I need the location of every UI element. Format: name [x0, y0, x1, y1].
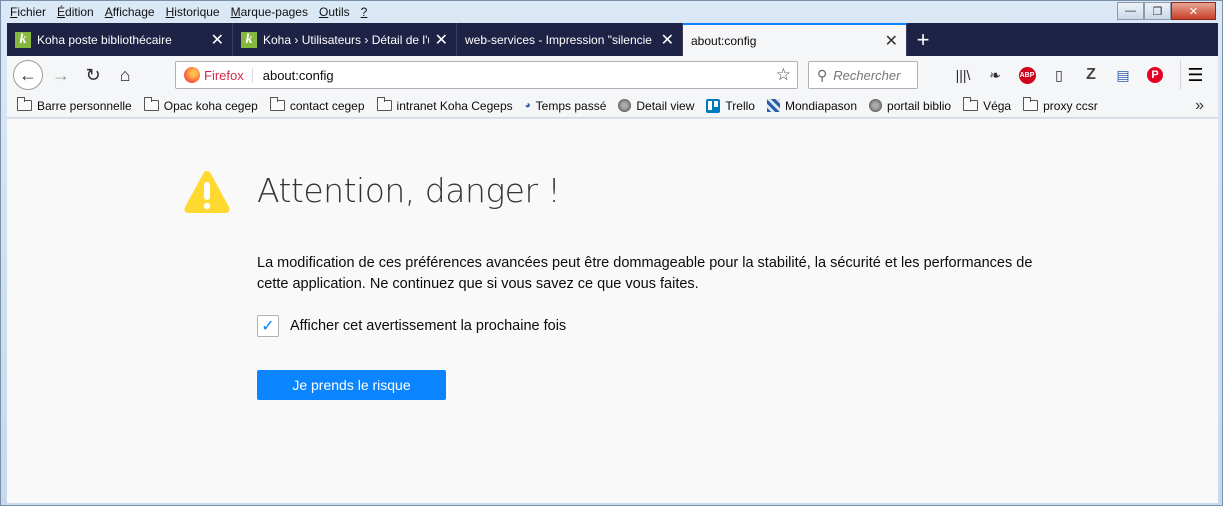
globe-icon [618, 99, 632, 112]
bookmarks-toolbar: Barre personnelle Opac koha cegep contac… [7, 94, 1218, 118]
minimize-button[interactable]: — [1117, 2, 1144, 20]
search-icon: ⚲ [817, 66, 828, 83]
maximize-button[interactable]: ❐ [1144, 2, 1171, 20]
show-warning-checkbox-row[interactable]: ✓ Afficher cet avertissement la prochain… [257, 315, 566, 337]
menu-aide[interactable]: ? [356, 5, 374, 19]
page-title: Attention, danger ! [257, 171, 561, 210]
bookmark-intranet-koha[interactable]: intranet Koha Cegeps [376, 97, 513, 113]
tab-web-services[interactable]: web-services - Impression "silencie ✕ [457, 23, 683, 56]
url-bar[interactable]: Firefox about:config ☆ [175, 61, 798, 89]
url-input[interactable]: about:config [263, 68, 776, 83]
bookmark-barre-personnelle[interactable]: Barre personnelle [17, 97, 132, 113]
browser-window: Fichier Édition Affichage Historique Mar… [0, 0, 1223, 506]
folder-icon [143, 97, 159, 111]
folder-icon [17, 97, 32, 111]
sidebar-icon[interactable]: ▯ [1043, 60, 1075, 90]
forward-button[interactable]: → [45, 59, 77, 91]
adblock-plus-button[interactable]: ABP [1011, 60, 1043, 90]
reload-button[interactable]: ↻ [77, 59, 109, 91]
bookmark-portail-biblio[interactable]: portail biblio [869, 99, 951, 113]
trello-icon [706, 98, 721, 113]
library-icon[interactable]: |||\ [947, 60, 979, 90]
tab-close-icon[interactable]: ✕ [211, 30, 224, 50]
menu-affichage[interactable]: Affichage [100, 5, 161, 19]
folder-icon [1023, 97, 1039, 111]
tab-strip: k Koha poste bibliothécaire ✕ k Koha › U… [7, 23, 1218, 56]
show-warning-label[interactable]: Afficher cet avertissement la prochaine … [290, 318, 566, 334]
toolbar-extensions: |||\ ❧ ABP ▯ Z ▤ P [947, 60, 1171, 90]
mondiapason-icon [766, 99, 780, 112]
bookmark-temps-passe[interactable]: ◕ Temps passé [525, 99, 607, 113]
koha-favicon-icon: k [241, 31, 257, 48]
menu-bar: Fichier Édition Affichage Historique Mar… [5, 3, 373, 21]
checkmark-icon: ✓ [261, 318, 275, 335]
bookmark-vega[interactable]: Véga [963, 97, 1011, 113]
bookmark-contact-cegep[interactable]: contact cegep [269, 97, 365, 113]
folder-icon [376, 97, 392, 111]
close-window-button[interactable]: ✕ [1171, 2, 1216, 20]
page-content: Attention, danger ! La modification de c… [7, 119, 1218, 503]
bookmark-opac-koha[interactable]: Opac koha cegep [143, 97, 258, 113]
folder-icon [269, 97, 285, 111]
menu-marque-pages[interactable]: Marque-pages [226, 5, 314, 19]
temps-passe-icon: ◕ [524, 100, 531, 111]
accept-risk-button[interactable]: Je prends le risque [257, 370, 446, 400]
tab-about-config[interactable]: about:config ✕ [683, 23, 907, 56]
menu-edition[interactable]: Édition [52, 5, 100, 19]
show-warning-checkbox[interactable]: ✓ [257, 315, 279, 337]
menu-outils[interactable]: Outils [314, 5, 356, 19]
reader-extension-icon[interactable]: ▤ [1107, 60, 1139, 90]
warning-icon [184, 171, 230, 213]
bookmark-mondiapason[interactable]: Mondiapason [766, 99, 857, 113]
search-input[interactable]: Rechercher [833, 68, 900, 83]
adblock-plus-icon: ABP [1018, 66, 1036, 84]
window-controls: — ❐ ✕ [1117, 2, 1216, 20]
hamburger-menu-icon[interactable]: ☰ [1180, 60, 1210, 90]
home-button[interactable]: ⌂ [109, 59, 141, 91]
tab-close-icon[interactable]: ✕ [661, 30, 674, 50]
tab-close-icon[interactable]: ✕ [885, 31, 898, 51]
bookmark-proxy-ccsr[interactable]: proxy ccsr [1023, 97, 1098, 113]
pinterest-button[interactable]: P [1139, 60, 1171, 90]
new-tab-button[interactable]: + [907, 23, 939, 56]
folder-icon [963, 97, 979, 111]
warning-description: La modification de ces préférences avanc… [257, 255, 1033, 292]
zotero-icon[interactable]: Z [1075, 60, 1107, 90]
pinterest-icon: P [1147, 67, 1163, 83]
bookmark-star-icon[interactable]: ☆ [776, 65, 791, 85]
tab-close-icon[interactable]: ✕ [435, 30, 448, 50]
navigation-toolbar: ← → ↻ ⌂ Firefox about:config ☆ ⚲ Recherc… [7, 56, 1218, 94]
bookmark-trello[interactable]: Trello [706, 98, 755, 113]
bookmarks-overflow-chevron-icon[interactable]: » [1195, 97, 1204, 115]
tab-koha-utilisateurs[interactable]: k Koha › Utilisateurs › Détail de l'u ✕ [233, 23, 457, 56]
identity-label[interactable]: Firefox [204, 67, 253, 83]
feather-extension-icon[interactable]: ❧ [979, 60, 1011, 90]
firefox-logo-icon [184, 67, 200, 83]
bookmark-detail-view[interactable]: Detail view [618, 99, 694, 113]
menu-fichier[interactable]: Fichier [5, 5, 52, 19]
koha-favicon-icon: k [15, 31, 31, 48]
back-button[interactable]: ← [13, 60, 43, 90]
tab-koha-poste[interactable]: k Koha poste bibliothécaire ✕ [7, 23, 233, 56]
globe-icon [869, 99, 883, 112]
search-bar[interactable]: ⚲ Rechercher [808, 61, 918, 89]
menu-historique[interactable]: Historique [161, 5, 226, 19]
